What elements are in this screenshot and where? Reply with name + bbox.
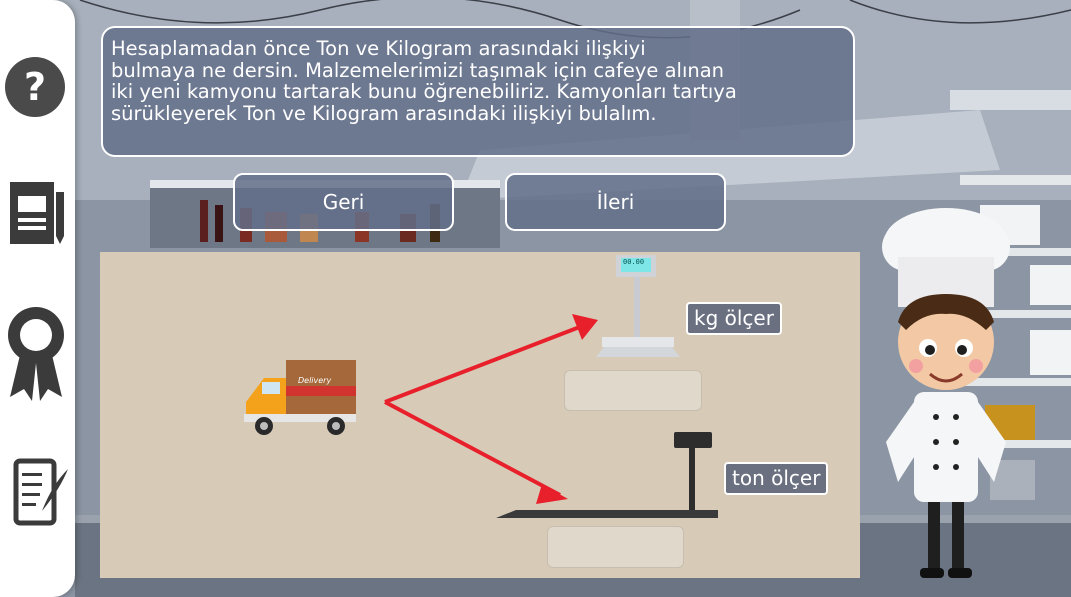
truck-delivery-text: Delivery (298, 376, 332, 385)
chef-character (882, 208, 1010, 578)
kg-scale-label: kg ölçer (686, 302, 782, 335)
delivery-truck[interactable]: Delivery (242, 356, 358, 440)
kg-scale: 00.00 (596, 255, 680, 365)
ton-scale (496, 430, 722, 522)
ton-scale-label: ton ölçer (724, 462, 829, 495)
kg-scale-drop-zone[interactable] (564, 370, 702, 411)
arrow-to-kg-scale (384, 321, 591, 404)
kg-scale-display: 00.00 (623, 258, 645, 266)
ton-scale-drop-zone[interactable] (547, 526, 684, 568)
